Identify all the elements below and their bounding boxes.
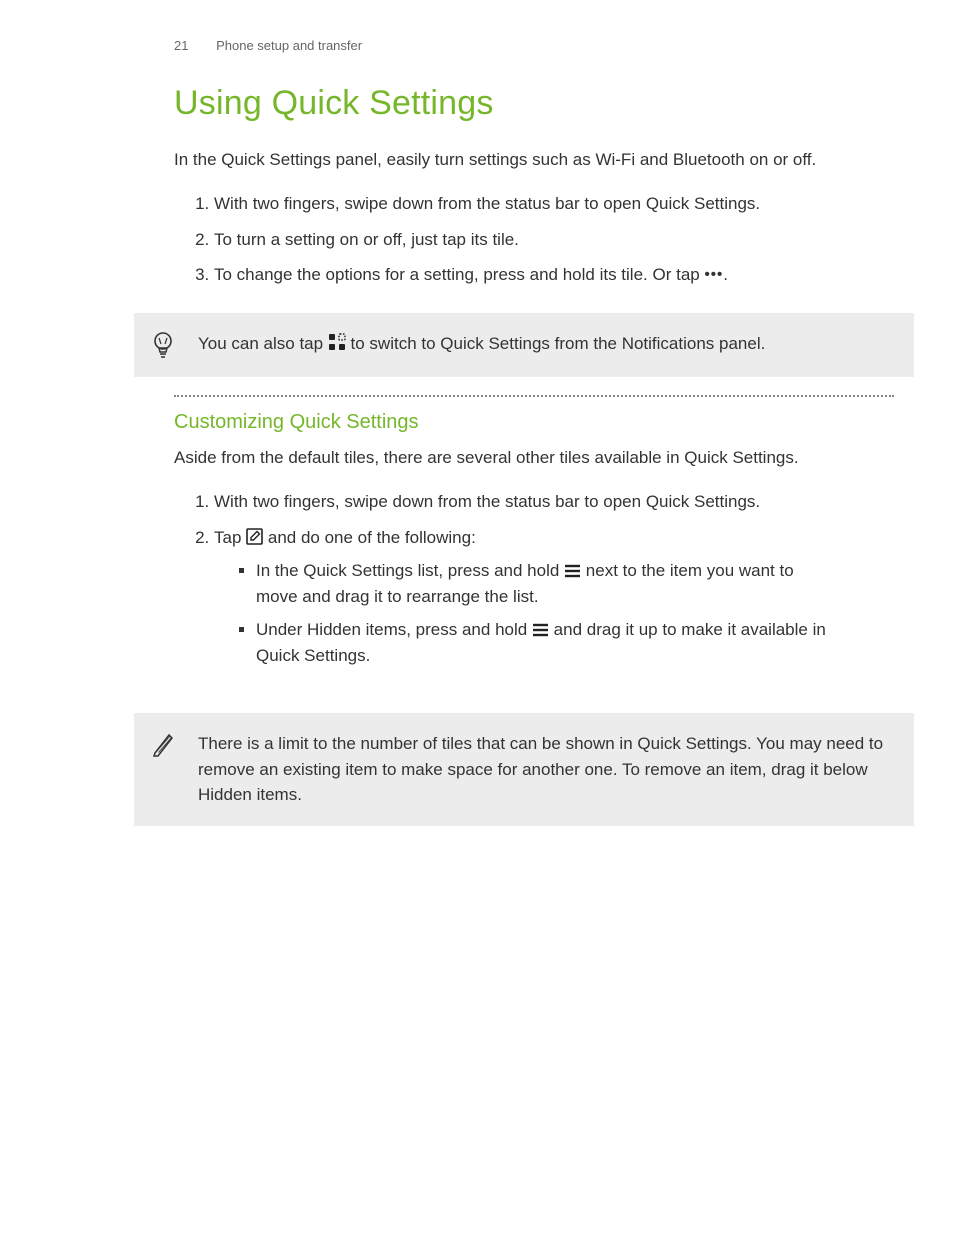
step-text-pre: Tap <box>214 528 246 547</box>
page-title: Using Quick Settings <box>174 78 954 129</box>
manual-page: 21 Phone setup and transfer Using Quick … <box>0 0 954 826</box>
step-item: To turn a setting on or off, just tap it… <box>214 222 894 258</box>
dotted-rule <box>174 395 894 397</box>
edit-icon <box>246 528 263 545</box>
tip-post: to switch to Quick Settings from the Not… <box>346 334 766 353</box>
drag-handle-icon <box>564 564 581 578</box>
quick-settings-grid-icon <box>328 333 346 351</box>
tip-callout: You can also tap to switch to Quick Sett… <box>134 313 914 377</box>
step-item: Tap and do one of the following: In the … <box>214 520 894 694</box>
tip-text: You can also tap to switch to Quick Sett… <box>198 331 890 357</box>
intro-paragraph: In the Quick Settings panel, easily turn… <box>174 147 894 173</box>
bullet-pre: In the Quick Settings list, press and ho… <box>256 561 564 580</box>
pencil-note-icon <box>150 731 176 757</box>
page-number: 21 <box>174 36 188 56</box>
bullet-item: Under Hidden items, press and hold and d… <box>256 613 834 672</box>
note-text: There is a limit to the number of tiles … <box>198 731 890 808</box>
bullet-item: In the Quick Settings list, press and ho… <box>256 554 834 613</box>
step-item: With two fingers, swipe down from the st… <box>214 484 894 520</box>
steps-list-1: With two fingers, swipe down from the st… <box>174 186 894 293</box>
more-options-icon: ••• <box>704 266 723 283</box>
subsection: Customizing Quick Settings <box>0 407 954 439</box>
note-callout: There is a limit to the number of tiles … <box>134 713 914 826</box>
subsection-intro: Aside from the default tiles, there are … <box>174 445 894 471</box>
steps-list-2: With two fingers, swipe down from the st… <box>174 484 894 693</box>
tip-pre: You can also tap <box>198 334 328 353</box>
step-item: With two fingers, swipe down from the st… <box>214 186 894 222</box>
section-name: Phone setup and transfer <box>216 38 362 53</box>
step-text-post: and do one of the following: <box>263 528 476 547</box>
sub-bullets: In the Quick Settings list, press and ho… <box>214 554 834 672</box>
running-head: 21 Phone setup and transfer <box>174 36 954 56</box>
lightbulb-tip-icon <box>150 331 176 359</box>
step-text-post: . <box>723 265 728 284</box>
step-text-pre: To change the options for a setting, pre… <box>214 265 704 284</box>
drag-handle-icon <box>532 623 549 637</box>
subsection-title: Customizing Quick Settings <box>174 407 894 439</box>
step-item: To change the options for a setting, pre… <box>214 257 894 293</box>
bullet-pre: Under Hidden items, press and hold <box>256 620 532 639</box>
